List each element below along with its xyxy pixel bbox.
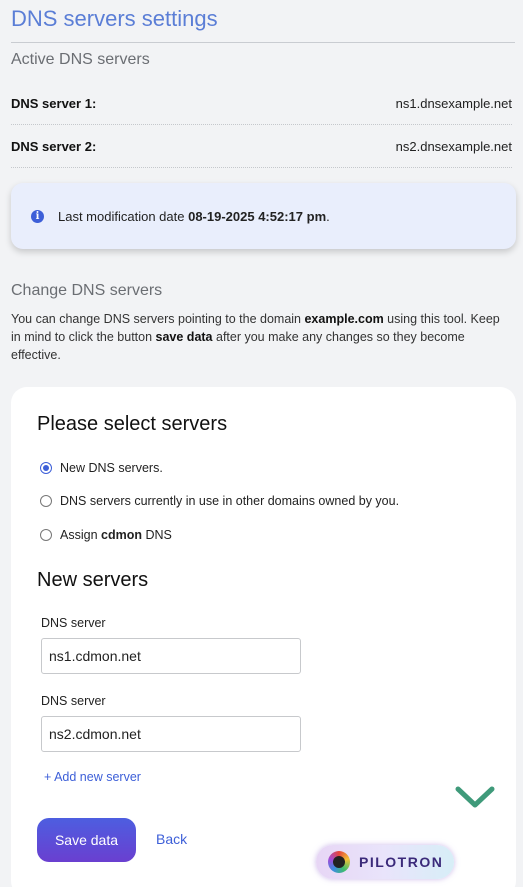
pilotron-logo-icon xyxy=(328,851,350,873)
pilotron-widget[interactable]: PILOTRON xyxy=(316,845,454,879)
page-title: DNS servers settings xyxy=(11,6,218,31)
dns-server-2-label: DNS server 2: xyxy=(11,139,97,154)
option-new-dns-servers[interactable]: New DNS servers. xyxy=(40,461,163,475)
server-selection-card: Please select servers New DNS servers. D… xyxy=(11,387,516,887)
chevron-down-icon[interactable] xyxy=(454,784,496,810)
last-modification-text: Last modification date 08-19-2025 4:52:1… xyxy=(58,208,330,224)
info-icon: i xyxy=(31,209,44,223)
dns-server-field-label-2: DNS server xyxy=(41,694,106,708)
dns-server-2-value: ns2.dnsexample.net xyxy=(395,139,512,154)
dns-server-1-label: DNS server 1: xyxy=(11,96,97,111)
change-dns-description: You can change DNS servers pointing to t… xyxy=(11,312,500,362)
last-modification-date: 08-19-2025 4:52:17 pm xyxy=(188,208,327,224)
save-data-button[interactable]: Save data xyxy=(37,818,136,862)
radio-existing-dns[interactable] xyxy=(40,495,52,507)
add-new-server-link[interactable]: + Add new server xyxy=(44,770,141,784)
domain-name: example.com xyxy=(304,312,384,326)
option-existing-dns-servers[interactable]: DNS servers currently in use in other do… xyxy=(40,494,399,508)
dns-server-1-value: ns1.dnsexample.net xyxy=(395,96,512,111)
change-dns-heading: Change DNS servers xyxy=(11,282,163,299)
dns-server-row-2: DNS server 2: ns2.dnsexample.net xyxy=(11,126,512,168)
back-link[interactable]: Back xyxy=(156,831,187,847)
pilotron-label: PILOTRON xyxy=(359,854,444,870)
option-assign-cdmon-dns[interactable]: Assign cdmon DNS xyxy=(40,528,172,542)
new-servers-heading: New servers xyxy=(37,569,149,591)
radio-assign-cdmon[interactable] xyxy=(40,529,52,541)
dns-server-row-1: DNS server 1: ns1.dnsexample.net xyxy=(11,83,512,125)
active-dns-heading: Active DNS servers xyxy=(11,51,150,68)
title-divider xyxy=(11,42,515,43)
last-modification-notice: i Last modification date 08-19-2025 4:52… xyxy=(11,183,516,249)
radio-new-dns[interactable] xyxy=(40,462,52,474)
select-servers-heading: Please select servers xyxy=(37,413,228,435)
dns-server-field-label-1: DNS server xyxy=(41,616,106,630)
save-data-reference: save data xyxy=(155,330,213,344)
dns-server-input-2[interactable] xyxy=(41,716,301,752)
dns-server-input-1[interactable] xyxy=(41,638,301,674)
